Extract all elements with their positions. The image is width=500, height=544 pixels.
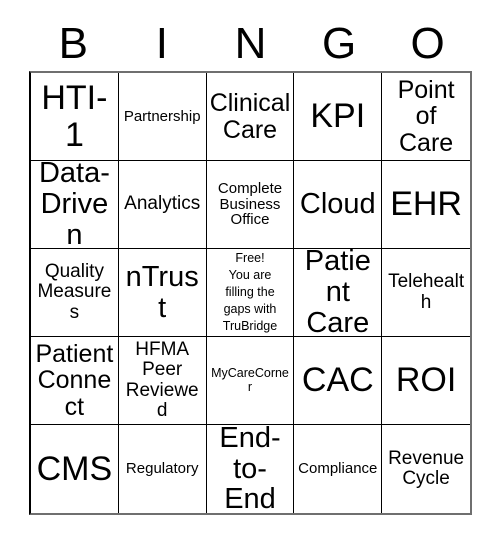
bingo-cell-o3[interactable]: Telehealth [382, 249, 470, 337]
bingo-cell-n5[interactable]: End- to-End [206, 425, 295, 513]
bingo-cell-g3[interactable]: Patient Care [294, 249, 383, 337]
bingo-cell-n1[interactable]: Clinical Care [206, 73, 295, 161]
bingo-cell-label: Quality Measures [37, 261, 112, 323]
bingo-cell-label: Complete Business Office [217, 179, 283, 229]
bingo-cell-label: HTI- 1 [41, 79, 108, 154]
bingo-cell-b2[interactable]: Data- Driven [31, 161, 119, 249]
bingo-cell-i5[interactable]: Regulatory [118, 425, 207, 513]
bingo-cell-free-space[interactable]: Free! You are filling the gaps with TruB… [206, 249, 295, 337]
bingo-cell-o1[interactable]: Point of Care [382, 73, 470, 161]
bingo-cell-o2[interactable]: EHR [382, 161, 470, 249]
bingo-header-letter-n: N [234, 19, 267, 68]
bingo-cell-b3[interactable]: Quality Measures [31, 249, 119, 337]
bingo-cell-label: CMS [36, 449, 113, 488]
bingo-cell-g2[interactable]: Cloud [294, 161, 383, 249]
bingo-header-letter-g: G [321, 19, 357, 68]
bingo-cell-label: Clinical Care [209, 89, 291, 144]
bingo-cell-label: CAC [301, 361, 374, 400]
bingo-cell-i1[interactable]: Partnership [118, 73, 207, 161]
bingo-cell-label: nTrust [125, 260, 199, 324]
bingo-cell-n2[interactable]: Complete Business Office [206, 161, 295, 249]
bingo-cell-b4[interactable]: Patient Connect [31, 337, 119, 425]
bingo-cell-label: Partnership [123, 107, 201, 125]
bingo-header-letter-o: O [410, 19, 445, 68]
bingo-cell-label: Analytics [124, 193, 201, 215]
bingo-cell-label: End- to-End [219, 425, 281, 513]
bingo-cell-o4[interactable]: ROI [382, 337, 470, 425]
bingo-header-letter-i: I [155, 19, 168, 68]
bingo-cell-g4[interactable]: CAC [294, 337, 383, 425]
bingo-cell-label: Point of Care [397, 75, 455, 157]
bingo-header-letter-b: B [58, 19, 88, 68]
bingo-cell-label: MyCareCorner [211, 366, 289, 394]
bingo-cell-i2[interactable]: Analytics [118, 161, 207, 249]
bingo-cell-g1[interactable]: KPI [294, 73, 383, 161]
bingo-header-row: B I N G O [29, 18, 472, 70]
bingo-cell-label: EHR [390, 185, 462, 224]
bingo-card: B I N G O HTI- 1 Partnership Clinical Ca… [0, 0, 500, 544]
bingo-cell-label: Data- Driven [38, 161, 110, 249]
bingo-cell-g5[interactable]: Compliance [294, 425, 383, 513]
bingo-cell-b5[interactable]: CMS [31, 425, 119, 513]
bingo-grid: HTI- 1 Partnership Clinical Care KPI Poi… [29, 71, 472, 515]
bingo-cell-label: Telehealth [388, 271, 465, 313]
bingo-cell-label: Revenue Cycle [388, 447, 465, 489]
bingo-cell-label: Cloud [299, 188, 376, 221]
bingo-cell-n4[interactable]: MyCareCorner [206, 337, 295, 425]
bingo-cell-o5[interactable]: Revenue Cycle [382, 425, 470, 513]
bingo-free-space-label: Free! You are filling the gaps with TruB… [222, 251, 278, 333]
bingo-cell-label: KPI [310, 97, 366, 136]
bingo-cell-i4[interactable]: HFMA Peer Reviewed [118, 337, 207, 425]
bingo-cell-label: Compliance [298, 460, 378, 478]
bingo-cell-label: ROI [395, 361, 457, 400]
bingo-cell-b1[interactable]: HTI- 1 [31, 73, 119, 161]
bingo-cell-label: Regulatory [125, 460, 199, 478]
bingo-cell-label: Patient Care [304, 249, 371, 337]
bingo-cell-label: Patient Connect [35, 339, 114, 421]
bingo-cell-i3[interactable]: nTrust [118, 249, 207, 337]
bingo-cell-label: HFMA Peer Reviewed [125, 339, 199, 421]
